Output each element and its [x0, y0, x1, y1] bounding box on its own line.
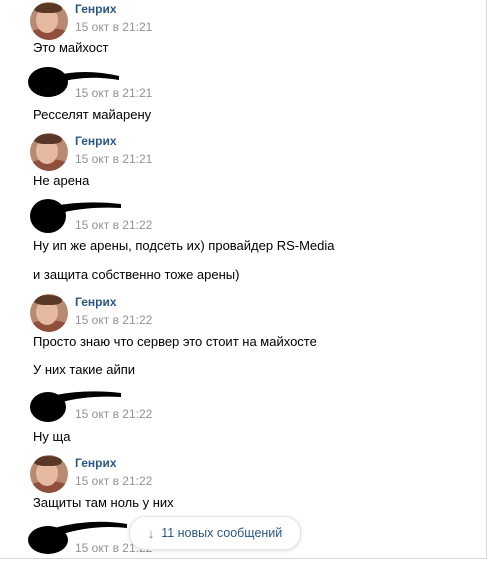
message-text: Просто знаю что сервер это стоит на майх… [33, 334, 317, 349]
chat-history: Генрих 15 окт в 21:21 Это майхост 15 окт… [0, 0, 487, 559]
new-messages-button[interactable]: ↓ 11 новых сообщений [129, 516, 301, 550]
message-text: Ну ип же арены, подсеть их) провайдер RS… [33, 238, 335, 253]
message-time[interactable]: 15 окт в 21:22 [75, 218, 152, 232]
message-text: Это майхост [33, 40, 109, 55]
avatar[interactable] [30, 133, 68, 171]
message-time[interactable]: 15 окт в 21:22 [75, 407, 152, 421]
message-time[interactable]: 15 окт в 21:21 [75, 20, 152, 34]
avatar[interactable] [30, 294, 68, 332]
arrow-down-icon: ↓ [147, 525, 155, 541]
message-time[interactable]: 15 окт в 21:22 [75, 313, 152, 327]
message-text: и защита собственно тоже арены) [33, 267, 240, 282]
message-time[interactable]: 15 окт в 21:22 [75, 474, 152, 488]
new-messages-label: 11 новых сообщений [161, 526, 283, 540]
message-text: Не арена [33, 173, 90, 188]
message-text: У них такие айпи [33, 362, 136, 377]
avatar[interactable] [30, 455, 68, 493]
author-name[interactable]: Генрих [75, 295, 117, 309]
message-time[interactable]: 15 окт в 21:21 [75, 86, 152, 100]
message-text: Ресселят майарену [33, 107, 152, 122]
message-text: Защиты там ноль у них [33, 495, 174, 510]
message-time[interactable]: 15 окт в 21:21 [75, 152, 152, 166]
avatar[interactable] [30, 2, 68, 40]
message-text: Ну ща [33, 429, 71, 444]
author-name[interactable]: Генрих [75, 2, 117, 16]
author-name[interactable]: Генрих [75, 456, 117, 470]
author-name[interactable]: Генрих [75, 134, 117, 148]
